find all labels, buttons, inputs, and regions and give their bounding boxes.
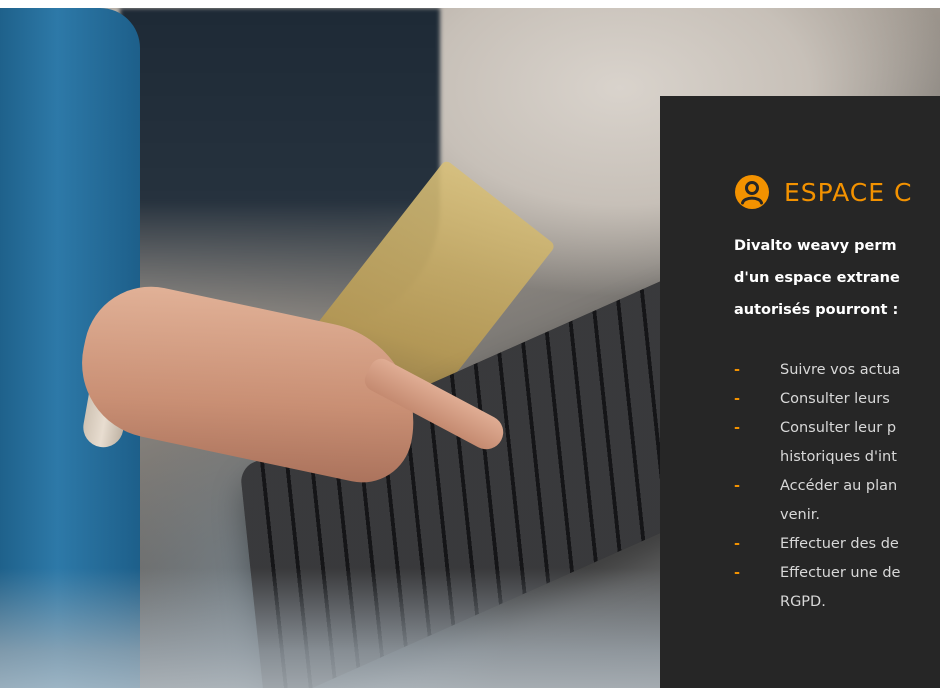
list-item-text: Effectuer des de (780, 536, 899, 552)
photo-desk (0, 568, 700, 688)
list-item-text: Suivre vos actua (780, 362, 901, 378)
list-item-text: historiques d'int (780, 449, 897, 465)
bullet-dash: - (734, 478, 741, 494)
info-panel: ESPACE C Divalto weavy perm d'un espace … (660, 96, 940, 688)
bullet-dash: - (734, 391, 741, 407)
bullet-dash: - (734, 536, 741, 552)
list-item: - Effectuer une de RGPD. (734, 559, 940, 617)
list-item-text: Effectuer une de (780, 565, 901, 581)
list-item-text: venir. (780, 507, 820, 523)
section-heading: ESPACE C (734, 162, 940, 222)
intro-text: Divalto weavy perm d'un espace extrane a… (734, 230, 940, 326)
bullet-dash: - (734, 362, 741, 378)
list-item: - Consulter leur p historiques d'int (734, 414, 940, 472)
page: ESPACE C Divalto weavy perm d'un espace … (0, 0, 940, 688)
user-icon (734, 174, 770, 210)
list-item-text: Accéder au plan (780, 478, 898, 494)
list-item-text: Consulter leurs (780, 391, 890, 407)
intro-line: Divalto weavy perm (734, 238, 897, 254)
list-item-text: RGPD. (780, 594, 826, 610)
info-panel-content: ESPACE C Divalto weavy perm d'un espace … (734, 162, 940, 633)
bullet-dash: - (734, 565, 741, 581)
list-item-text: Consulter leur p (780, 420, 897, 436)
list-item: - Consulter leurs (734, 385, 940, 414)
intro-line: autorisés pourront : (734, 302, 899, 318)
section-title: ESPACE C (784, 177, 913, 207)
list-item: - Effectuer des de (734, 530, 940, 559)
feature-list: - Suivre vos actua - Consulter leurs - Cons… (734, 356, 940, 617)
list-item: - Accéder au plan venir. (734, 472, 940, 530)
list-item: - Suivre vos actua (734, 356, 940, 385)
bullet-dash: - (734, 420, 741, 436)
intro-line: d'un espace extrane (734, 270, 900, 286)
